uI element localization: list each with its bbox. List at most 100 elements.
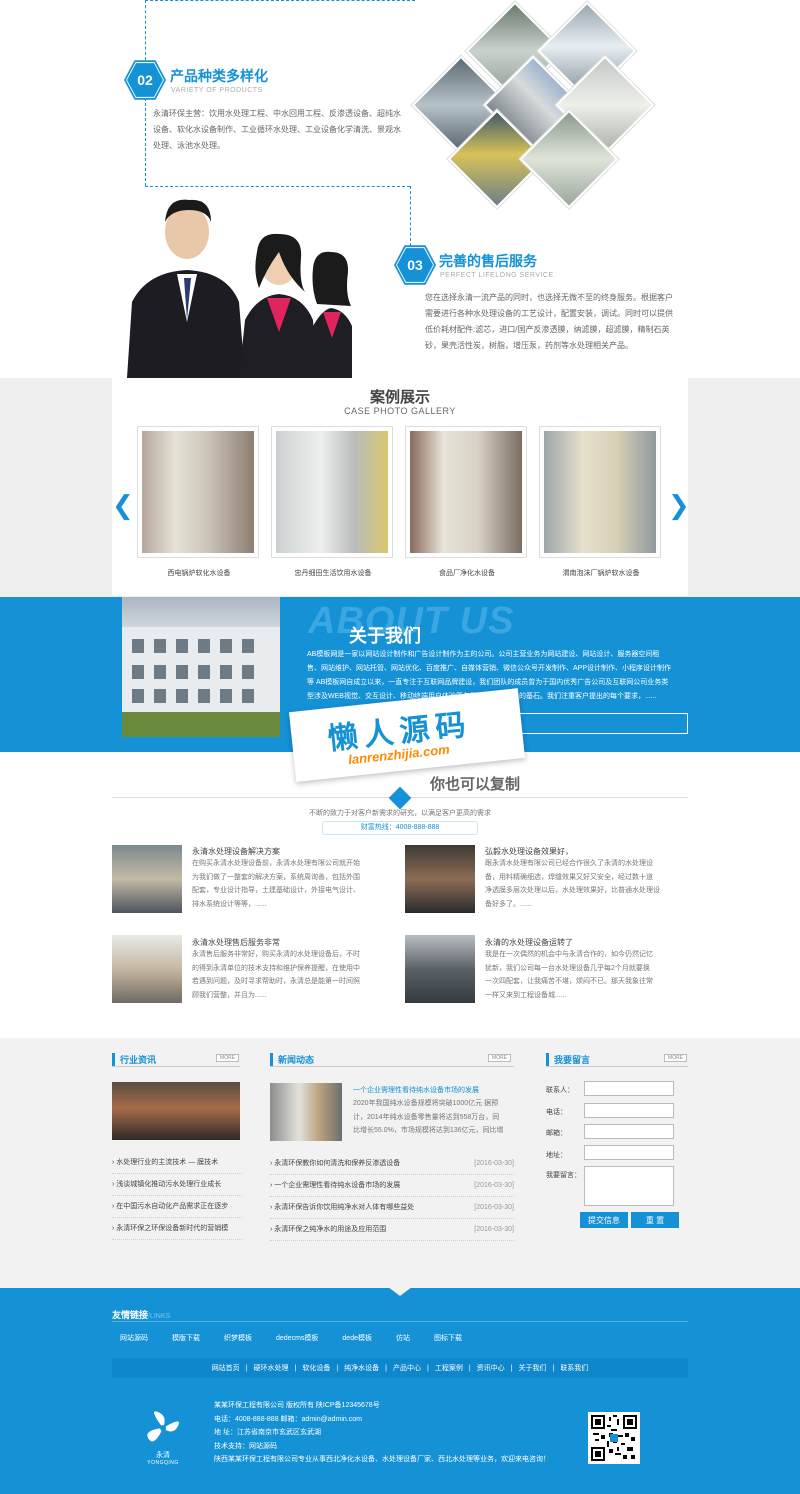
connector-line [145,0,415,1]
friend-link[interactable]: 图标下载 [434,1333,462,1343]
industry-photo[interactable] [112,1082,240,1140]
case-photo [544,431,656,553]
list-item[interactable]: › 永清环保之纯净水的用途及应用范围 [2016-03-30] [270,1219,514,1241]
footer-nav-link[interactable]: 联系我们 [560,1363,588,1373]
news-item-text: 我是在一次偶然的机会中与永清合作的，如今仍然记忆 犹新，我们公司每一台水处理设备几… [485,951,653,999]
case-caption[interactable]: 食品厂净化水设备 [405,568,529,578]
divider-diamond [388,786,412,810]
feature-badge-02: 02 [124,60,166,100]
news-item-title[interactable]: 永清水处理售后服务非常 [192,937,280,948]
feature-title: 完善的售后服务 [439,253,537,269]
case-subtitle: CASE PHOTO GALLERY [344,406,456,416]
friend-link[interactable]: 仿站 [396,1333,410,1343]
footer-info: 某某环保工程有限公司 版权所有 陕ICP备12345678号 电话：4008-8… [214,1402,550,1463]
news-item-title[interactable]: 永清的水处理设备运转了 [485,937,573,948]
case-caption[interactable]: 西电锅炉软化水设备 [137,568,261,578]
message-more-button[interactable]: MORE [664,1054,687,1062]
list-item[interactable]: › 浅谈城镇化推动污水处理行业成长 [112,1174,242,1196]
product-photo-collage [411,1,692,222]
news-item-text: 永清售后服务非常好，购买永清的水处理设备后，不时 的得到永清单位的技术支持和维护保… [192,951,360,999]
case-photo [276,431,388,553]
news-item-text: 跟永清水处理有限公司已经合作很久了永清的水处理设 备，用料精确细选，焊缝效果又好又… [485,860,660,908]
footer-nav-link[interactable]: 硬环水处理 [254,1363,289,1373]
news-item-title[interactable]: 弘毅水处理设备效果好， [485,846,573,857]
news-photo[interactable] [112,935,182,1003]
case-caption[interactable]: 渭南泡沫厂锅炉软水设备 [539,568,663,578]
list-item[interactable]: › 一个企业需理性看待纯水设备市场的发展 [2016-03-30] [270,1175,514,1197]
message-label: 我要留言： [546,1172,581,1179]
logo-sub: YONGQING [147,1460,179,1466]
footer-nav-link[interactable]: 网站首页 [212,1363,240,1373]
case-photo [410,431,522,553]
prev-arrow-button[interactable]: ❮ [112,490,134,521]
address-label: 地址： [546,1152,567,1159]
case-item[interactable] [405,426,527,558]
news-item-title[interactable]: 永清水处理设备解决方案 [192,846,280,857]
list-item[interactable]: › 在中国污水自动化产品需求正在逐步 [112,1196,242,1218]
footer-nav-link[interactable]: 资讯中心 [477,1363,505,1373]
list-item[interactable]: › 水处理行业的主流技术 — 膜技术 [112,1152,242,1174]
news-photo[interactable] [112,845,182,913]
email-input[interactable] [584,1124,674,1139]
email-label: 邮箱： [546,1130,567,1137]
friend-link[interactable]: 模版下载 [172,1333,200,1343]
list-item[interactable]: › 永清环保教你如何清洗和保养反渗透设备 [2016-03-30] [270,1153,514,1175]
next-arrow-button[interactable]: ❯ [668,490,690,521]
news-more-button[interactable]: MORE [488,1054,511,1062]
contact-input[interactable] [584,1081,674,1096]
footer-nav-link[interactable]: 关于我们 [518,1363,546,1373]
case-caption[interactable]: 忠丹细田生活饮用水设备 [271,568,395,578]
badge-number: 02 [127,63,163,97]
case-item[interactable] [271,426,393,558]
reset-button[interactable]: 重 置 [631,1212,679,1228]
connector-line [145,98,146,186]
phone-label: 电话： [546,1109,567,1116]
case-item[interactable] [539,426,661,558]
footer-nav-link[interactable]: 产品中心 [393,1363,421,1373]
section-title: 你也可以复制 [430,776,521,793]
customer-service-photo [127,192,352,378]
feature-description: 您在选择永清一流产品的同时，也选择无微不至的终身服务。根据客户 需要进行各种水处… [425,293,673,350]
feature-description: 永清环保主营：饮用水处理工程、中水回用工程、反渗透设备、超纯水 设备、软化水设备… [153,109,401,150]
list-item[interactable]: › 永清环保之环保设备新时代的营销模 [112,1218,242,1240]
connector-line [410,186,411,246]
news-featured-photo[interactable] [270,1083,342,1141]
industry-head: 行业资讯 [112,1053,156,1066]
news-item-text: 在购买永清水处理设备前，永清水处理有限公司就开始 为我们做了一整套的解决方案，系统… [192,860,360,908]
footer-nav-link[interactable]: 工程案例 [435,1363,463,1373]
friend-link[interactable]: 织梦模板 [224,1333,252,1343]
footer-nav: 网站首页 | 硬环水处理 | 软化设备 | 纯净水设备 | 产品中心 | 工程案例 | 资讯… [112,1358,688,1378]
friend-link[interactable]: dedecms模板 [276,1333,318,1343]
news-photo[interactable] [405,845,475,913]
links-head: 友情链接/LINKS [112,1310,171,1320]
divider [112,1321,688,1322]
case-photo [142,431,254,553]
feature-subtitle: PERFECT LIFELONG SERVICE [440,272,554,279]
case-item[interactable] [137,426,259,558]
news-photo[interactable] [405,935,475,1003]
industry-more-button[interactable]: MORE [216,1054,239,1062]
phone-input[interactable] [584,1103,674,1118]
feature-badge-03: 03 [394,245,436,285]
logo-icon [147,1411,179,1442]
address-input[interactable] [584,1145,674,1160]
divider [546,1066,688,1067]
friend-link[interactable]: dede模板 [342,1333,372,1343]
footer-nav-link[interactable]: 软化设备 [302,1363,330,1373]
industry-list: › 水处理行业的主流技术 — 膜技术 › 浅谈城镇化推动污水处理行业成长 › 在… [112,1152,242,1240]
logo-name: 永清 [156,1452,170,1459]
footer-notch [384,1284,416,1296]
feature-title: 产品种类多样化 [170,68,268,84]
connector-line [145,186,410,187]
news-list: › 永清环保教你如何清洗和保养反渗透设备 [2016-03-30] › 一个企业需… [270,1153,514,1241]
footer-nav-link[interactable]: 纯净水设备 [344,1363,379,1373]
case-title: 案例展示 [369,389,430,406]
submit-button[interactable]: 提交信息 [580,1212,628,1228]
list-item[interactable]: › 永清环保告诉你饮用纯净水对人体有哪些益处 [2016-03-30] [270,1197,514,1219]
news-featured-title[interactable]: 一个企业需理性看待纯水设备市场的发展 [353,1085,479,1095]
message-textarea[interactable] [584,1166,674,1206]
news-featured-text: 2020年我国纯水设备规模将突破1000亿元 据预 计，2014年纯水设备零售量将… [353,1100,504,1134]
news-head: 新闻动态 [270,1053,314,1066]
divider [270,1066,514,1067]
friend-link[interactable]: 网站源码 [120,1333,148,1343]
